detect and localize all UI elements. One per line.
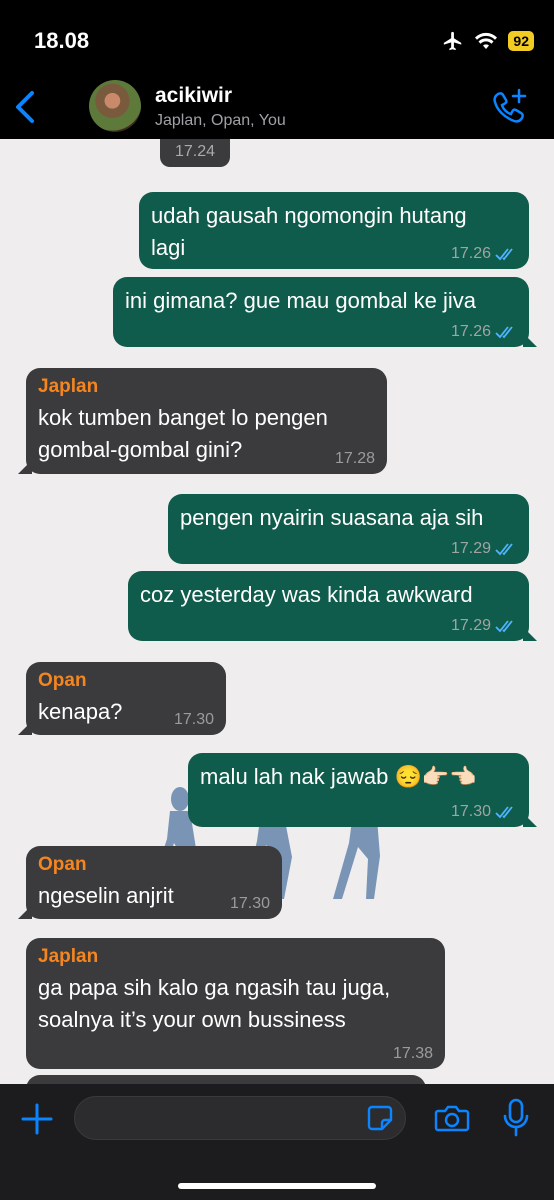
- message-meta: 17.26: [451, 323, 517, 341]
- message-text: kok tumben banget lo pengen gombal-gomba…: [38, 405, 328, 462]
- message-time: 17.26: [450, 323, 491, 340]
- battery-indicator: 92: [508, 31, 534, 51]
- chat-members[interactable]: Japlan, Opan, You: [155, 112, 286, 130]
- message-bubble[interactable]: Opan kenapa? 17.30: [18, 662, 226, 735]
- bubble-tail: [523, 627, 537, 641]
- message-time: 17.30: [173, 711, 214, 728]
- bubble-tail: [18, 721, 32, 735]
- microphone-icon[interactable]: [502, 1098, 530, 1138]
- sticker-icon[interactable]: [366, 1104, 394, 1132]
- phone-plus-icon[interactable]: [490, 88, 528, 124]
- message-text: malu lah nak jawab 😔👉🏻👈🏻: [200, 764, 477, 789]
- airplane-icon: [444, 31, 462, 51]
- chat-header: acikiwir Japlan, Opan, You: [0, 74, 554, 139]
- message-text: pengen nyairin suasana aja sih: [180, 505, 484, 530]
- message-bubble[interactable]: malu lah nak jawab 😔👉🏻👈🏻 17.30: [188, 753, 537, 827]
- status-time: 18.08: [34, 28, 90, 53]
- message-input[interactable]: [74, 1096, 406, 1140]
- message-time: 17.26: [450, 245, 491, 262]
- message-text: ini gimana? gue mau gombal ke jiva: [125, 288, 476, 313]
- bubble-tail: [523, 813, 537, 827]
- message-time: 17.28: [334, 450, 375, 467]
- message-bubble[interactable]: ini gimana? gue mau gombal ke jiva 17.26: [113, 277, 537, 347]
- message-time: 17.30: [450, 803, 491, 820]
- bubble-tail: [523, 333, 537, 347]
- message-time: 17.30: [229, 895, 270, 912]
- message-meta: 17.29: [451, 540, 517, 558]
- message-text: udah gausah ngomongin hutang lagi: [151, 203, 467, 260]
- double-check-icon: [495, 806, 513, 819]
- message-bubble[interactable]: Japlan kok tumben banget lo pengen gomba…: [18, 368, 387, 474]
- message-sender[interactable]: Opan: [38, 670, 214, 692]
- message-text: ngeselin anjrit: [38, 883, 174, 908]
- message-text: kenapa?: [38, 699, 123, 724]
- plus-icon[interactable]: [20, 1102, 54, 1136]
- group-avatar[interactable]: [89, 80, 141, 132]
- home-indicator: [178, 1183, 376, 1189]
- bubble-tail: [18, 905, 32, 919]
- double-check-icon: [495, 326, 513, 339]
- input-bar: [0, 1084, 554, 1200]
- message-meta: 17.30: [451, 803, 517, 821]
- message-bubble[interactable]: coz yesterday was kinda awkward 17.29: [128, 571, 537, 641]
- message-text: ga papa sih kalo ga ngasih tau juga, soa…: [38, 975, 391, 1032]
- message-time: 17.29: [450, 617, 491, 634]
- message-bubble[interactable]: pengen nyairin suasana aja sih 17.29: [168, 494, 529, 564]
- double-check-icon: [495, 543, 513, 556]
- message-sender[interactable]: Japlan: [38, 946, 433, 968]
- chevron-left-icon[interactable]: [10, 90, 38, 124]
- message-time: 17.38: [392, 1045, 433, 1062]
- status-icons: 92: [442, 28, 534, 54]
- timestamp-chip: 17.24: [160, 139, 230, 167]
- message-meta: 17.30: [174, 711, 214, 729]
- double-check-icon: [495, 620, 513, 633]
- message-meta: 17.26: [451, 245, 517, 263]
- message-meta: 17.29: [451, 617, 517, 635]
- double-check-icon: [495, 248, 513, 261]
- message-meta: 17.30: [230, 895, 270, 913]
- chat-title[interactable]: acikiwir: [155, 84, 232, 108]
- message-text: coz yesterday was kinda awkward: [140, 582, 473, 607]
- bubble-tail: [18, 460, 32, 474]
- message-bubble[interactable]: udah gausah ngomongin hutang lagi 17.26: [139, 192, 529, 269]
- message-bubble-partial[interactable]: [26, 1075, 426, 1084]
- message-list[interactable]: 17.24 udah gausah ngomongin hutang lagi …: [0, 139, 554, 1084]
- message-bubble[interactable]: Opan ngeselin anjrit 17.30: [18, 846, 282, 919]
- message-meta: 17.38: [393, 1045, 433, 1063]
- message-sender[interactable]: Opan: [38, 854, 270, 876]
- message-bubble[interactable]: Japlan ga papa sih kalo ga ngasih tau ju…: [26, 938, 445, 1069]
- status-bar: 18.08 92: [0, 0, 554, 74]
- camera-icon[interactable]: [434, 1102, 470, 1134]
- message-time: 17.29: [450, 540, 491, 557]
- message-meta: 17.28: [335, 450, 375, 468]
- message-sender[interactable]: Japlan: [38, 376, 375, 398]
- wifi-icon: [475, 32, 498, 49]
